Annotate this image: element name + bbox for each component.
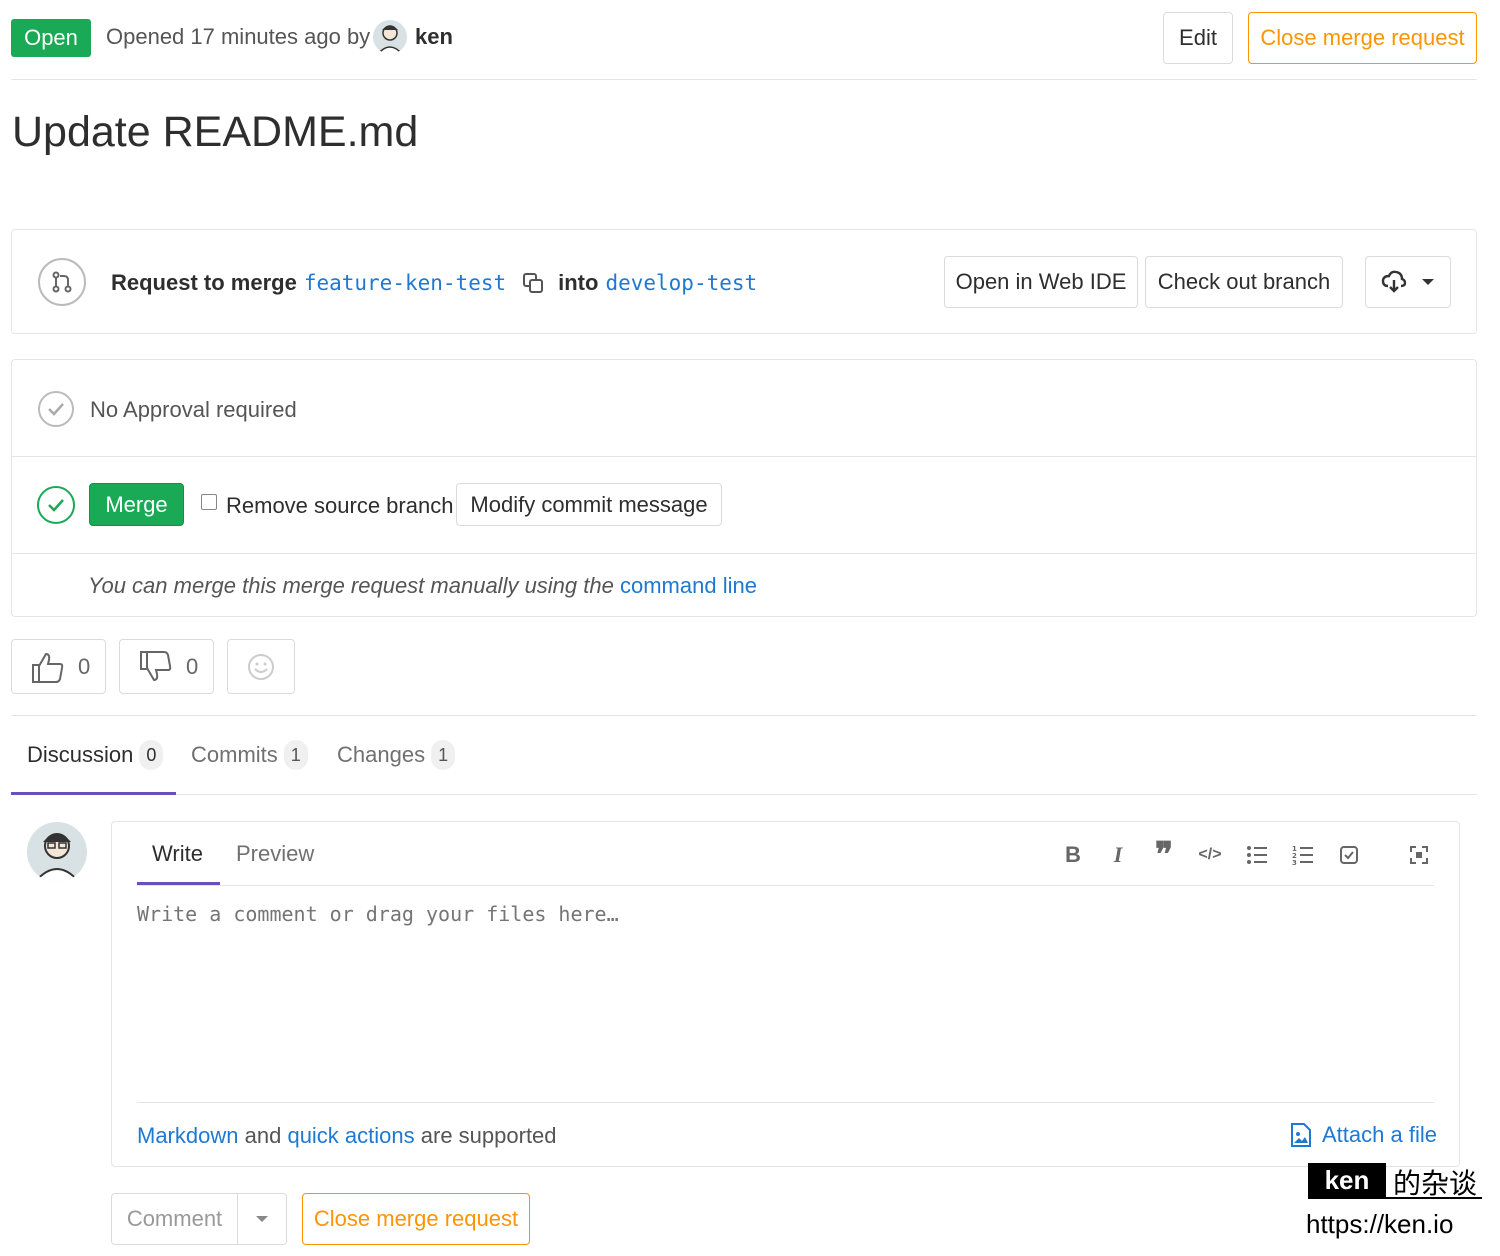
copy-branch-icon[interactable] <box>522 272 544 294</box>
tab-active-indicator <box>11 792 176 795</box>
status-badge: Open <box>11 19 91 57</box>
comment-dropdown-button[interactable] <box>237 1193 287 1245</box>
image-file-icon <box>1291 1123 1311 1147</box>
chevron-down-icon <box>1422 279 1434 285</box>
svg-text:3: 3 <box>1292 859 1297 866</box>
comment-textarea[interactable] <box>137 902 1434 1092</box>
chevron-down-icon <box>256 1216 268 1222</box>
merge-ready-icon <box>37 486 75 524</box>
tab-write[interactable]: Write <box>152 841 203 867</box>
supported-text: are supported <box>420 1123 557 1148</box>
thumbs-up-icon <box>32 652 64 683</box>
author-name[interactable]: ken <box>415 24 453 50</box>
thumbs-up-count: 0 <box>78 653 91 679</box>
current-user-avatar <box>27 822 87 882</box>
approval-check-icon <box>38 391 74 427</box>
tab-changes-label: Changes <box>337 742 426 767</box>
tab-changes[interactable]: Changes 1 <box>337 740 456 770</box>
edit-button[interactable]: Edit <box>1163 12 1233 64</box>
watermark-title: 的杂谈 <box>1393 1167 1478 1200</box>
remove-source-branch-label[interactable]: Remove source branch <box>226 493 453 519</box>
merge-button[interactable]: Merge <box>89 483 184 526</box>
code-icon[interactable]: </> <box>1197 842 1223 868</box>
opened-text: Opened 17 minutes ago by <box>106 24 371 49</box>
tab-commits[interactable]: Commits 1 <box>191 740 308 770</box>
tab-changes-count: 1 <box>431 740 456 770</box>
thumbs-down-icon <box>140 650 172 681</box>
open-web-ide-button[interactable]: Open in Web IDE <box>944 256 1138 308</box>
approval-text: No Approval required <box>90 397 297 422</box>
target-branch[interactable]: develop-test <box>605 271 757 295</box>
tab-preview[interactable]: Preview <box>236 841 314 867</box>
bullet-list-icon[interactable] <box>1244 842 1270 868</box>
italic-icon[interactable]: I <box>1105 842 1131 868</box>
check-out-branch-button[interactable]: Check out branch <box>1145 256 1343 308</box>
modify-commit-message-button[interactable]: Modify commit message <box>456 483 722 526</box>
thumbs-down-count: 0 <box>186 653 199 679</box>
attach-file-label: Attach a file <box>1322 1122 1437 1147</box>
tab-discussion-count: 0 <box>139 740 164 770</box>
merge-into: into <box>558 270 599 295</box>
thumbs-down-button[interactable]: 0 <box>119 639 214 694</box>
watermark-name: ken <box>1308 1163 1386 1197</box>
page-title: Update README.md <box>12 108 419 156</box>
fullscreen-icon[interactable] <box>1406 842 1432 868</box>
add-reaction-button[interactable] <box>227 639 295 694</box>
attach-file-button[interactable]: Attach a file <box>1290 1122 1437 1148</box>
tab-commits-count: 1 <box>283 740 308 770</box>
avatar-icon <box>377 25 403 54</box>
cloud-download-icon <box>1381 270 1407 293</box>
comment-button[interactable]: Comment <box>111 1193 238 1245</box>
tab-discussion-label: Discussion <box>27 742 134 767</box>
smiley-icon <box>248 653 274 680</box>
numbered-list-icon[interactable]: 123 <box>1290 842 1316 868</box>
thumbs-up-button[interactable]: 0 <box>11 639 106 694</box>
merge-prefix: Request to merge <box>111 270 297 295</box>
manual-merge-text: You can merge this merge request manuall… <box>88 573 614 598</box>
and-text: and <box>244 1123 282 1148</box>
markdown-link[interactable]: Markdown <box>137 1123 238 1148</box>
merge-request-icon <box>38 258 86 306</box>
remove-source-branch-checkbox[interactable] <box>201 494 217 510</box>
quick-actions-link[interactable]: quick actions <box>287 1123 414 1148</box>
avatar[interactable] <box>373 20 407 54</box>
tab-discussion[interactable]: Discussion 0 <box>27 740 164 770</box>
watermark-url: https://ken.io <box>1306 1209 1454 1239</box>
user-avatar-icon <box>34 833 80 882</box>
bold-icon[interactable]: B <box>1060 842 1086 868</box>
command-line-link[interactable]: command line <box>620 573 757 598</box>
task-list-icon[interactable] <box>1336 842 1362 868</box>
close-merge-request-footer-button[interactable]: Close merge request <box>302 1193 530 1245</box>
tab-commits-label: Commits <box>191 742 278 767</box>
source-branch[interactable]: feature-ken-test <box>304 271 506 295</box>
quote-icon[interactable]: ❞ <box>1151 837 1177 874</box>
watermark-underline <box>1308 1197 1482 1199</box>
download-dropdown-button[interactable] <box>1365 256 1451 308</box>
close-merge-request-button[interactable]: Close merge request <box>1248 12 1477 64</box>
